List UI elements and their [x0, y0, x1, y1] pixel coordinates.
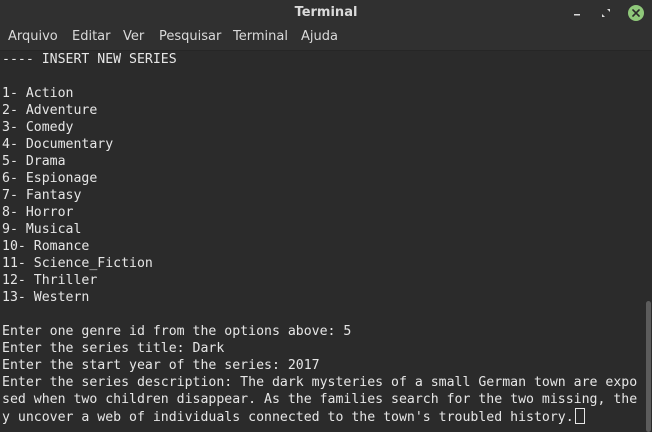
terminal-output[interactable]: ---- INSERT NEW SERIES 1- Action 2- Adve…: [0, 51, 645, 432]
terminal-line: 13- Western: [2, 290, 90, 305]
menu-pesquisar[interactable]: Pesquisar: [159, 26, 221, 50]
window-title: Terminal: [294, 5, 358, 20]
maximize-icon[interactable]: [597, 4, 615, 22]
terminal-window: Terminal Arquivo Editar Ver Pesquisar Te…: [0, 0, 652, 432]
minimize-icon[interactable]: [568, 4, 586, 22]
terminal-line: sed when two children disappear. As the …: [2, 392, 638, 407]
terminal-line-last: y uncover a web of individuals connected…: [2, 408, 585, 425]
terminal-line: 12- Thriller: [2, 273, 98, 288]
terminal-line: 5- Drama: [2, 154, 66, 169]
scrollbar-thumb[interactable]: [646, 301, 651, 432]
terminal-line: 7- Fantasy: [2, 188, 82, 203]
menu-arquivo[interactable]: Arquivo: [8, 26, 58, 50]
menu-terminal[interactable]: Terminal: [233, 26, 288, 50]
terminal-line: 1- Action: [2, 86, 74, 101]
terminal-line: 6- Espionage: [2, 171, 98, 186]
terminal-line: 3- Comedy: [2, 120, 74, 135]
menu-ajuda[interactable]: Ajuda: [301, 26, 338, 50]
terminal-line: Enter one genre id from the options abov…: [2, 324, 352, 339]
terminal-line: Enter the start year of the series: 2017: [2, 358, 320, 373]
terminal-line: 9- Musical: [2, 222, 82, 237]
terminal-line: Enter the series title: Dark: [2, 341, 225, 356]
terminal-line: 8- Horror: [2, 205, 74, 220]
title-bar[interactable]: Terminal: [0, 0, 652, 26]
close-icon[interactable]: [627, 4, 645, 22]
terminal-line: 4- Documentary: [2, 137, 114, 152]
terminal-line: ---- INSERT NEW SERIES: [2, 52, 177, 67]
terminal-line-text: y uncover a web of individuals connected…: [2, 410, 574, 425]
text-cursor: [574, 408, 585, 424]
terminal-line: 11- Science_Fiction: [2, 256, 153, 271]
menu-bar: Arquivo Editar Ver Pesquisar Terminal Aj…: [0, 26, 652, 51]
terminal-line: Enter the series description: The dark m…: [2, 375, 638, 390]
menu-editar[interactable]: Editar: [72, 26, 111, 50]
terminal-line: 10- Romance: [2, 239, 90, 254]
menu-ver[interactable]: Ver: [123, 26, 144, 50]
scrollbar-track[interactable]: [645, 51, 652, 432]
terminal-line: 2- Adventure: [2, 103, 98, 118]
